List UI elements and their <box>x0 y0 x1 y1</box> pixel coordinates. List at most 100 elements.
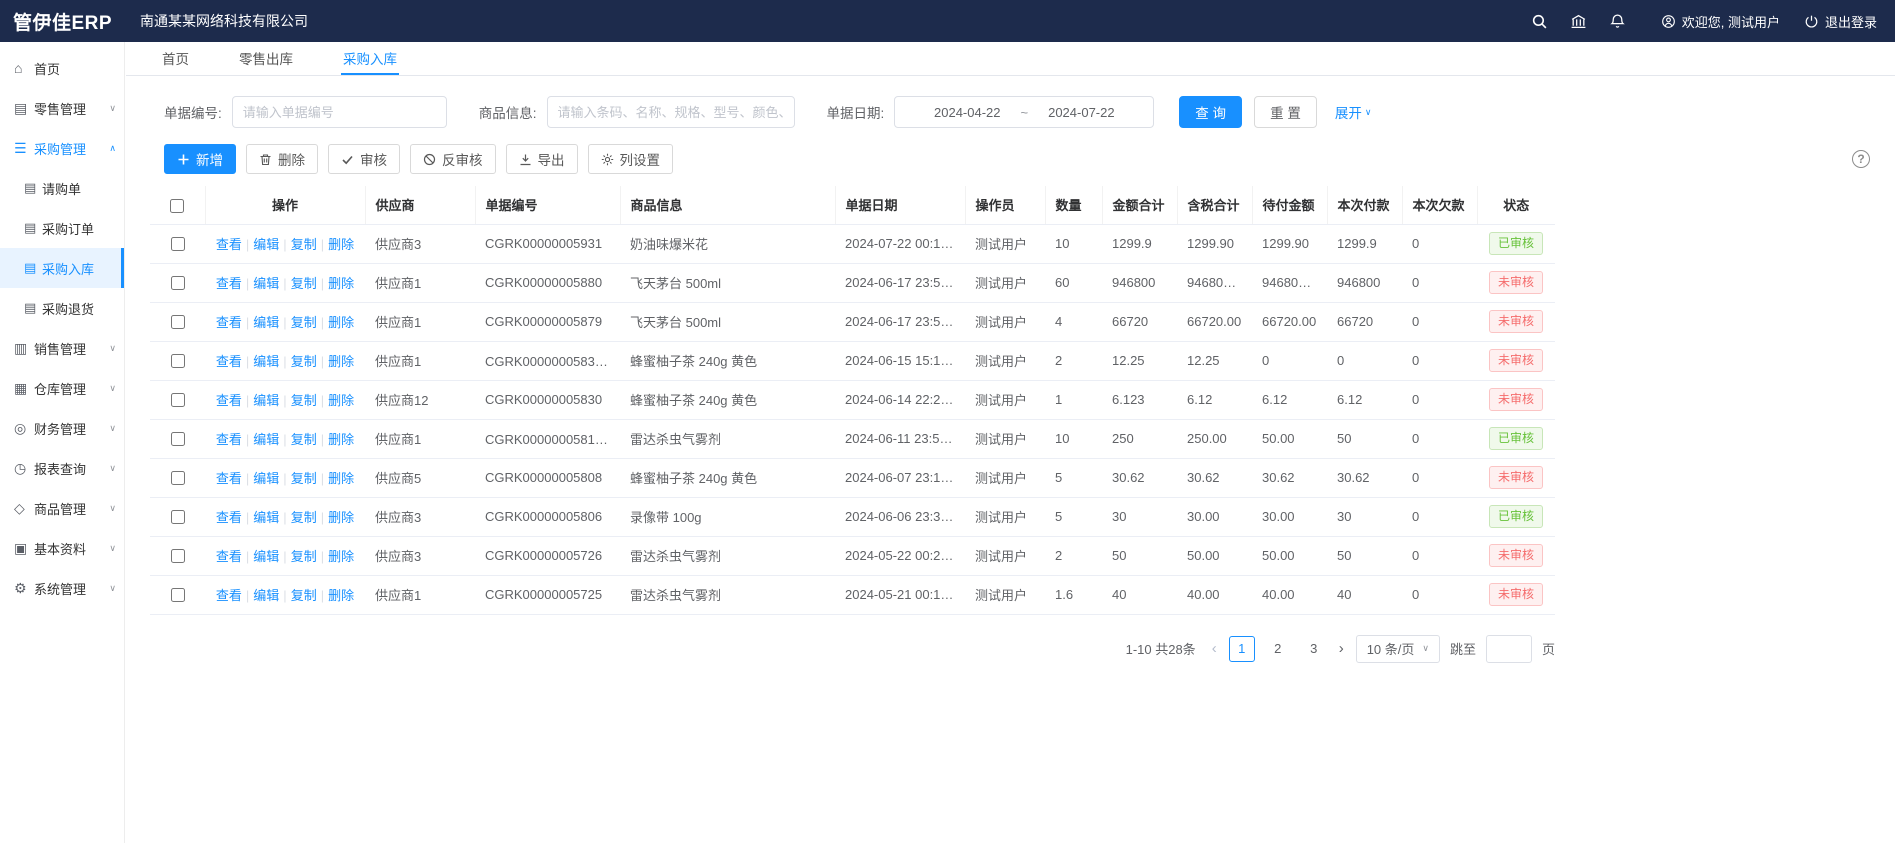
date-to-value[interactable]: 2024-07-22 <box>1048 105 1115 120</box>
page-number-2[interactable]: 2 <box>1265 636 1291 662</box>
sidebar-item-finance[interactable]: ◎财务管理∨ <box>0 408 124 448</box>
row-checkbox[interactable] <box>171 471 185 485</box>
delete-link[interactable]: 删除 <box>328 549 354 564</box>
sidebar-item-sales[interactable]: ▥销售管理∨ <box>0 328 124 368</box>
copy-link[interactable]: 复制 <box>291 432 317 447</box>
date-range-input[interactable]: 2024-04-22 ~ 2024-07-22 <box>894 96 1154 128</box>
view-link[interactable]: 查看 <box>216 510 242 525</box>
sidebar-item-home[interactable]: ⌂首页 <box>0 48 124 88</box>
view-link[interactable]: 查看 <box>216 276 242 291</box>
column-settings-label: 列设置 <box>620 149 661 169</box>
edit-link[interactable]: 编辑 <box>253 276 279 291</box>
copy-link[interactable]: 复制 <box>291 510 317 525</box>
edit-link[interactable]: 编辑 <box>253 471 279 486</box>
cell-product: 雷达杀虫气雾剂 <box>620 536 835 575</box>
sidebar-item-report[interactable]: ◷报表查询∨ <box>0 448 124 488</box>
copy-link[interactable]: 复制 <box>291 471 317 486</box>
view-link[interactable]: 查看 <box>216 393 242 408</box>
view-link[interactable]: 查看 <box>216 354 242 369</box>
view-link[interactable]: 查看 <box>216 432 242 447</box>
sidebar-item-purchase-return[interactable]: ▤采购退货 <box>0 288 124 328</box>
tab-purchase-inbound[interactable]: 采购入库 <box>341 42 399 75</box>
delete-link[interactable]: 删除 <box>328 354 354 369</box>
bill-no-input[interactable] <box>232 96 447 128</box>
copy-link[interactable]: 复制 <box>291 315 317 330</box>
delete-link[interactable]: 删除 <box>328 510 354 525</box>
delete-link[interactable]: 删除 <box>328 237 354 252</box>
copy-link[interactable]: 复制 <box>291 354 317 369</box>
copy-link[interactable]: 复制 <box>291 588 317 603</box>
logout-button[interactable]: 退出登录 <box>1804 12 1877 31</box>
page-size-select[interactable]: 10 条/页∨ <box>1356 635 1440 663</box>
delete-link[interactable]: 删除 <box>328 432 354 447</box>
view-link[interactable]: 查看 <box>216 549 242 564</box>
view-link[interactable]: 查看 <box>216 471 242 486</box>
edit-link[interactable]: 编辑 <box>253 510 279 525</box>
welcome-user[interactable]: 欢迎您, 测试用户 <box>1661 12 1780 31</box>
prev-page-button[interactable]: ‹ <box>1210 640 1219 657</box>
date-from-value[interactable]: 2024-04-22 <box>934 105 1001 120</box>
row-checkbox[interactable] <box>171 549 185 563</box>
row-checkbox[interactable] <box>171 432 185 446</box>
column-settings-button[interactable]: 列设置 <box>588 144 674 174</box>
sidebar-item-system[interactable]: ⚙系统管理∨ <box>0 568 124 608</box>
edit-link[interactable]: 编辑 <box>253 354 279 369</box>
tab-retail-outbound[interactable]: 零售出库 <box>237 42 295 75</box>
sidebar-item-purchase-inbound[interactable]: ▤采购入库 <box>0 248 124 288</box>
sidebar-item-warehouse[interactable]: ▦仓库管理∨ <box>0 368 124 408</box>
edit-link[interactable]: 编辑 <box>253 549 279 564</box>
row-checkbox[interactable] <box>171 276 185 290</box>
copy-link[interactable]: 复制 <box>291 237 317 252</box>
delete-link[interactable]: 删除 <box>328 588 354 603</box>
row-checkbox[interactable] <box>171 354 185 368</box>
product-info-input[interactable] <box>547 96 795 128</box>
view-link[interactable]: 查看 <box>216 237 242 252</box>
column-header: 含税合计 <box>1177 186 1252 224</box>
view-link[interactable]: 查看 <box>216 588 242 603</box>
search-icon[interactable] <box>1531 13 1548 30</box>
page-number-3[interactable]: 3 <box>1301 636 1327 662</box>
sidebar-item-product[interactable]: ◇商品管理∨ <box>0 488 124 528</box>
reset-button[interactable]: 重 置 <box>1254 96 1317 128</box>
bank-icon[interactable] <box>1570 13 1587 30</box>
edit-link[interactable]: 编辑 <box>253 432 279 447</box>
add-button[interactable]: 新增 <box>164 144 236 174</box>
row-checkbox[interactable] <box>171 237 185 251</box>
tab-home[interactable]: 首页 <box>160 42 191 75</box>
select-all-checkbox[interactable] <box>170 199 184 213</box>
sidebar-item-retail[interactable]: ▤零售管理∨ <box>0 88 124 128</box>
audit-button[interactable]: 审核 <box>328 144 400 174</box>
edit-link[interactable]: 编辑 <box>253 315 279 330</box>
search-button[interactable]: 查 询 <box>1179 96 1242 128</box>
copy-link[interactable]: 复制 <box>291 276 317 291</box>
expand-toggle[interactable]: 展开 ∨ <box>1335 102 1372 122</box>
sidebar-item-request-bill[interactable]: ▤请购单 <box>0 168 124 208</box>
next-page-button[interactable]: › <box>1337 640 1346 657</box>
help-icon[interactable]: ? <box>1852 150 1870 168</box>
delete-button[interactable]: 删除 <box>246 144 318 174</box>
copy-link[interactable]: 复制 <box>291 393 317 408</box>
delete-link[interactable]: 删除 <box>328 276 354 291</box>
page-number-1[interactable]: 1 <box>1229 636 1255 662</box>
sidebar-item-purchase-order[interactable]: ▤采购订单 <box>0 208 124 248</box>
bell-icon[interactable] <box>1609 13 1626 30</box>
edit-link[interactable]: 编辑 <box>253 588 279 603</box>
row-checkbox[interactable] <box>171 315 185 329</box>
delete-link[interactable]: 删除 <box>328 471 354 486</box>
row-checkbox[interactable] <box>171 588 185 602</box>
row-checkbox[interactable] <box>171 393 185 407</box>
unaudit-button[interactable]: 反审核 <box>410 144 496 174</box>
edit-link[interactable]: 编辑 <box>253 393 279 408</box>
tab-bar: 首页 零售出库 采购入库 <box>126 42 1895 76</box>
row-checkbox[interactable] <box>171 510 185 524</box>
delete-link[interactable]: 删除 <box>328 315 354 330</box>
delete-link[interactable]: 删除 <box>328 393 354 408</box>
view-link[interactable]: 查看 <box>216 315 242 330</box>
copy-link[interactable]: 复制 <box>291 549 317 564</box>
chevron-down-icon: ∨ <box>109 103 116 114</box>
sidebar-item-purchase[interactable]: ☰采购管理∧ <box>0 128 124 168</box>
export-button[interactable]: 导出 <box>506 144 578 174</box>
jump-page-input[interactable] <box>1486 635 1532 663</box>
edit-link[interactable]: 编辑 <box>253 237 279 252</box>
sidebar-item-basic[interactable]: ▣基本资料∨ <box>0 528 124 568</box>
